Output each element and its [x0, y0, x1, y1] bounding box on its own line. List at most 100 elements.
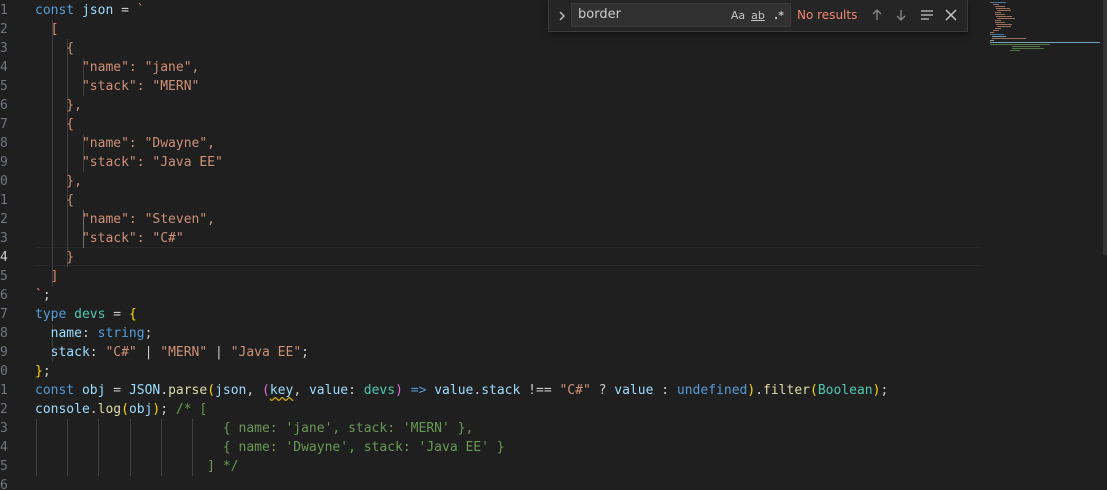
code-token: !==	[520, 383, 560, 398]
code-token: log	[97, 402, 122, 417]
minimap-line	[993, 4, 999, 5]
code-line[interactable]: };	[35, 362, 51, 381]
scrollbar-thumb[interactable]	[1103, 0, 1107, 255]
next-match-button[interactable]	[893, 7, 909, 23]
line-number[interactable]: 7	[0, 115, 12, 134]
line-number[interactable]: 0	[0, 362, 12, 381]
minimap-line	[1012, 48, 1044, 49]
minimap-line	[990, 40, 994, 41]
code-line[interactable]: "stack": "Java EE"	[35, 153, 223, 172]
line-number[interactable]: 1	[0, 381, 12, 400]
code-token: string	[97, 326, 145, 341]
line-number[interactable]: 1	[0, 191, 12, 210]
code-line[interactable]: "name": "jane",	[35, 58, 199, 77]
code-token: }	[35, 250, 75, 265]
code-line[interactable]: name: string;	[35, 324, 153, 343]
minimap[interactable]	[988, 0, 1107, 490]
code-editor[interactable]: 12345678901234567890123456 const json = …	[0, 0, 1107, 490]
code-token: ?	[590, 383, 615, 398]
line-number[interactable]: 9	[0, 153, 12, 172]
line-number[interactable]: 6	[0, 286, 12, 305]
match-whole-word-button[interactable]: ab	[749, 9, 767, 23]
code-line[interactable]: ]	[35, 267, 59, 286]
code-line[interactable]: type devs = {	[35, 305, 137, 324]
use-regex-button[interactable]: .*	[771, 9, 787, 23]
code-line[interactable]: const obj = JSON.parse(json, (key, value…	[35, 381, 888, 400]
code-token: ,	[246, 383, 263, 398]
code-token: =	[113, 3, 137, 18]
code-token: },	[35, 98, 82, 113]
code-line[interactable]: `;	[35, 286, 51, 305]
line-number[interactable]: 1	[0, 1, 12, 20]
code-line[interactable]: },	[35, 96, 82, 115]
code-line[interactable]: stack: "C#" | "MERN" | "Java EE";	[35, 343, 309, 362]
code-line[interactable]: "stack": "C#"	[35, 229, 184, 248]
line-number[interactable]: 6	[0, 476, 12, 490]
match-case-button[interactable]: Aa	[730, 9, 746, 23]
arrow-up-icon	[872, 9, 882, 20]
previous-match-button[interactable]	[869, 7, 885, 23]
line-number[interactable]: 2	[0, 20, 12, 39]
line-number[interactable]: 9	[0, 343, 12, 362]
code-token: ;	[42, 288, 51, 303]
minimap-line	[997, 18, 1015, 19]
line-number[interactable]: 2	[0, 210, 12, 229]
find-query: border	[578, 7, 621, 22]
code-line[interactable]: { name: 'Dwayne', stack: 'Java EE' }	[35, 438, 505, 457]
find-input[interactable]: border Aa ab .*	[571, 3, 791, 27]
line-number[interactable]: 3	[0, 39, 12, 58]
code-line[interactable]: },	[35, 172, 82, 191]
code-token: ;	[880, 383, 889, 398]
current-line-highlight	[35, 247, 982, 266]
find-in-selection-button[interactable]	[919, 7, 935, 23]
line-number[interactable]: 8	[0, 134, 12, 153]
code-token: .	[160, 383, 169, 398]
code-token: .	[755, 383, 764, 398]
line-number[interactable]: 3	[0, 229, 12, 248]
minimap-line	[995, 28, 1001, 29]
code-line[interactable]: const json = `	[35, 1, 145, 20]
line-number[interactable]: 5	[0, 267, 12, 286]
code-line[interactable]: "name": "Dwayne",	[35, 134, 215, 153]
code-token: {	[35, 41, 75, 56]
line-number[interactable]: 5	[0, 77, 12, 96]
code-line[interactable]: ] */	[35, 457, 238, 476]
code-line[interactable]: {	[35, 115, 74, 134]
line-number[interactable]: 3	[0, 419, 12, 438]
line-number[interactable]: 4	[0, 248, 12, 267]
toggle-replace-button[interactable]	[555, 8, 569, 22]
code-token: ,	[293, 383, 309, 398]
code-line[interactable]: [	[35, 20, 59, 39]
close-find-button[interactable]	[943, 7, 959, 23]
line-number[interactable]: 0	[0, 172, 12, 191]
code-token: json	[215, 383, 247, 398]
line-number[interactable]: 6	[0, 96, 12, 115]
line-number[interactable]: 7	[0, 305, 12, 324]
code-token: [	[35, 22, 59, 37]
minimap-line	[995, 22, 1005, 23]
line-number[interactable]: 4	[0, 58, 12, 77]
line-number[interactable]: 2	[0, 400, 12, 419]
code-token: (	[121, 402, 129, 417]
code-token: /* [	[175, 402, 208, 417]
code-line[interactable]: "stack": "MERN"	[35, 77, 199, 96]
code-line[interactable]: console.log(obj); /* [	[35, 400, 207, 419]
code-token: "stack": "MERN"	[35, 79, 200, 94]
code-token: "name": "Steven",	[35, 212, 216, 227]
code-line[interactable]: {	[35, 39, 74, 58]
line-number[interactable]: 8	[0, 324, 12, 343]
code-line[interactable]: }	[35, 248, 74, 267]
code-line[interactable]: { name: 'jane', stack: 'MERN' },	[35, 419, 473, 438]
code-token: { name: 'Dwayne', stack: 'Java EE' }	[35, 440, 505, 455]
code-token: { name: 'jane', stack: 'MERN' },	[35, 421, 474, 436]
code-token: |	[136, 345, 161, 360]
code-token: =	[105, 383, 129, 398]
code-line[interactable]: {	[35, 191, 74, 210]
line-number-gutter[interactable]: 12345678901234567890123456	[0, 0, 30, 490]
find-widget: border Aa ab .* No results	[548, 0, 968, 32]
code-line[interactable]: "name": "Steven",	[35, 210, 215, 229]
line-number[interactable]: 4	[0, 438, 12, 457]
code-token: {	[35, 117, 75, 132]
line-number[interactable]: 5	[0, 457, 12, 476]
